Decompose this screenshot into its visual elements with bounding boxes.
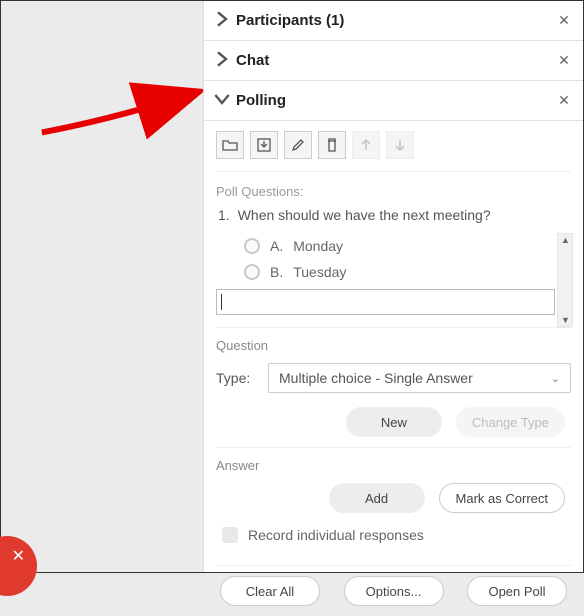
close-circle-button[interactable]: ✕ (0, 536, 37, 596)
type-select[interactable]: Multiple choice - Single Answer ⌄ (268, 363, 571, 393)
polling-header[interactable]: Polling ✕ (204, 81, 583, 121)
mark-correct-button[interactable]: Mark as Correct (439, 483, 565, 513)
option-row-a[interactable]: A. Monday (216, 233, 571, 259)
poll-questions-label: Poll Questions: (216, 184, 571, 199)
type-select-value: Multiple choice - Single Answer (279, 370, 473, 386)
clear-all-button[interactable]: Clear All (220, 576, 320, 606)
question-section-label: Question (216, 338, 571, 353)
options-area: A. Monday B. Tuesday ▲ ▼ (216, 233, 571, 315)
bottom-buttons: Clear All Options... Open Poll (216, 565, 571, 606)
move-down-button (386, 131, 414, 159)
answer-section-label: Answer (216, 458, 571, 473)
question-row: 1. When should we have the next meeting? (216, 207, 571, 223)
question-number: 1. (218, 207, 230, 223)
chevron-right-icon (214, 11, 230, 30)
radio-icon[interactable] (244, 264, 260, 280)
close-participants-button[interactable]: ✕ (555, 12, 573, 29)
option-letter: A. (270, 238, 283, 254)
text-cursor (221, 294, 222, 310)
option-text: Tuesday (293, 264, 346, 280)
chevron-down-icon: ⌄ (551, 372, 560, 385)
new-option-input[interactable] (216, 289, 555, 315)
option-row-b[interactable]: B. Tuesday (216, 259, 571, 285)
move-up-button (352, 131, 380, 159)
change-type-button: Change Type (456, 407, 565, 437)
scroll-up-icon[interactable]: ▲ (561, 235, 570, 245)
annotation-arrow (19, 81, 219, 141)
save-button[interactable] (250, 131, 278, 159)
participants-header[interactable]: Participants (1) ✕ (204, 1, 583, 41)
open-poll-button[interactable]: Open Poll (467, 576, 567, 606)
answer-buttons: Add Mark as Correct (216, 483, 571, 513)
edit-button[interactable] (284, 131, 312, 159)
chat-header[interactable]: Chat ✕ (204, 41, 583, 81)
participants-title: Participants (1) (236, 12, 555, 29)
question-section: Question Type: Multiple choice - Single … (216, 327, 571, 447)
new-button[interactable]: New (346, 407, 442, 437)
question-text: When should we have the next meeting? (238, 207, 491, 223)
question-buttons: New Change Type (216, 407, 571, 437)
right-panel: Participants (1) ✕ Chat ✕ Polling ✕ (203, 1, 583, 572)
option-text: Monday (293, 238, 343, 254)
close-icon: ✕ (12, 546, 25, 566)
add-button[interactable]: Add (329, 483, 425, 513)
checkbox-icon[interactable] (222, 527, 238, 543)
type-label: Type: (216, 370, 258, 386)
scroll-down-icon[interactable]: ▼ (561, 315, 570, 325)
delete-button[interactable] (318, 131, 346, 159)
polling-body: Poll Questions: 1. When should we have t… (204, 121, 583, 616)
close-polling-button[interactable]: ✕ (555, 92, 573, 109)
close-chat-button[interactable]: ✕ (555, 52, 573, 69)
open-file-button[interactable] (216, 131, 244, 159)
option-letter: B. (270, 264, 283, 280)
type-row: Type: Multiple choice - Single Answer ⌄ (216, 363, 571, 393)
polling-title: Polling (236, 92, 555, 109)
polling-toolbar (216, 121, 571, 172)
chat-title: Chat (236, 52, 555, 69)
record-checkbox-label: Record individual responses (248, 527, 424, 543)
record-checkbox-row[interactable]: Record individual responses (216, 527, 571, 543)
chevron-down-icon (214, 91, 230, 110)
radio-icon[interactable] (244, 238, 260, 254)
scrollbar-vertical[interactable]: ▲ ▼ (557, 233, 573, 327)
chevron-right-icon (214, 51, 230, 70)
options-button[interactable]: Options... (344, 576, 444, 606)
answer-section: Answer Add Mark as Correct Record indivi… (216, 447, 571, 553)
